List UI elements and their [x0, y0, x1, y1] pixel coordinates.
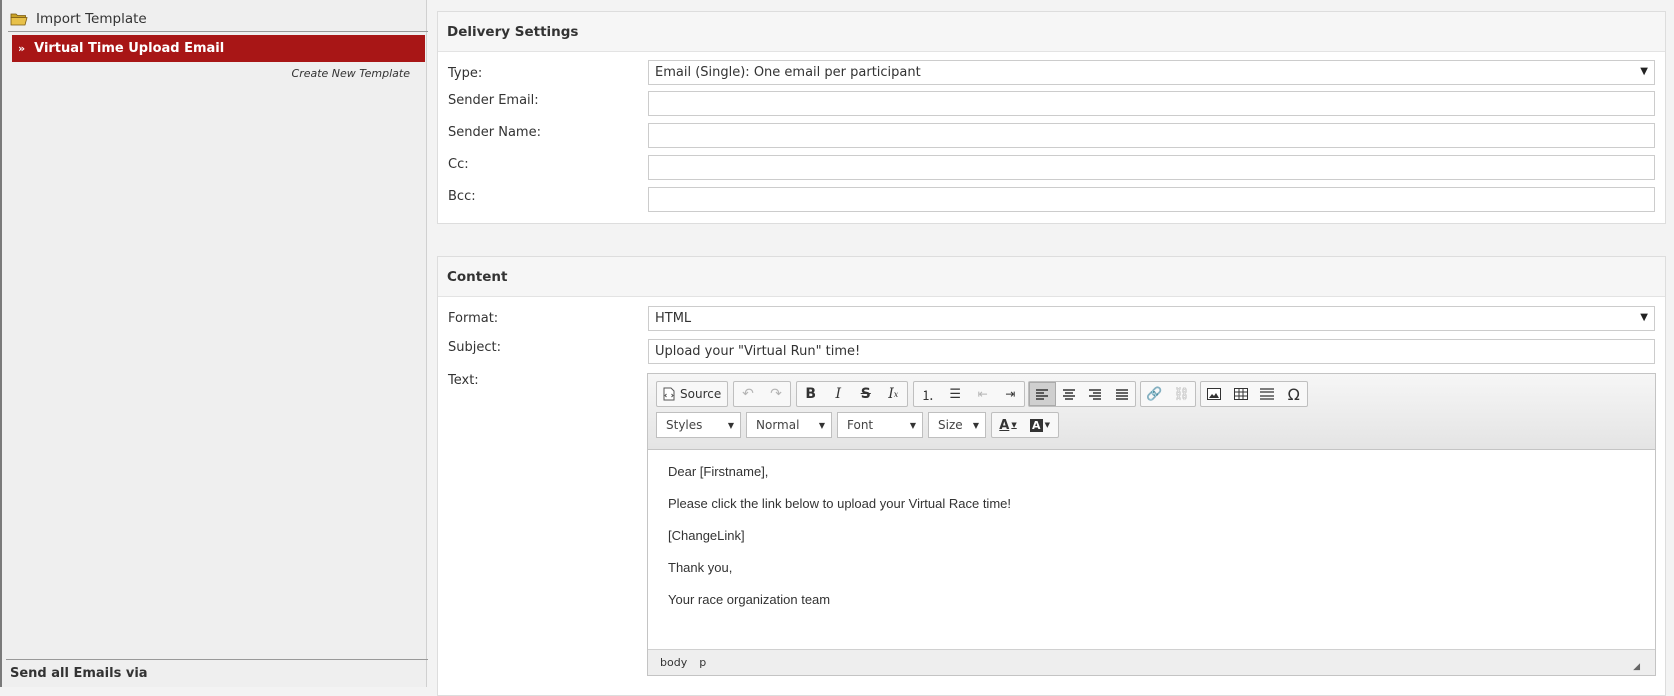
dropdown-caret-icon: ▼: [1640, 312, 1648, 323]
import-template-row[interactable]: Import Template: [8, 6, 428, 32]
font-combo[interactable]: Font ▼: [837, 412, 923, 438]
color-group: A ▼ A ▼: [991, 412, 1059, 438]
source-document-icon: [663, 387, 675, 401]
sender-name-input[interactable]: [648, 123, 1655, 148]
decrease-indent-icon[interactable]: ⇤: [969, 382, 997, 406]
increase-indent-icon[interactable]: ⇥: [997, 382, 1025, 406]
italic-icon[interactable]: I: [825, 382, 853, 406]
path-item-p[interactable]: p: [699, 656, 706, 669]
special-character-icon[interactable]: Ω: [1281, 382, 1308, 406]
bcc-label: Bcc:: [448, 189, 476, 204]
folder-open-icon: [10, 13, 28, 25]
source-label: Source: [680, 387, 722, 401]
size-combo-label: Size: [938, 418, 963, 432]
format-label: Format:: [448, 311, 499, 326]
format-combo[interactable]: Normal ▼: [746, 412, 832, 438]
resize-handle-icon[interactable]: ◢: [1633, 662, 1640, 672]
insert-group: Ω: [1200, 381, 1308, 407]
sidebar: Import Template » Virtual Time Upload Em…: [0, 0, 428, 687]
link-icon[interactable]: 🔗: [1141, 382, 1168, 406]
delivery-settings-title: Delivery Settings: [438, 12, 1665, 52]
table-icon[interactable]: [1228, 382, 1255, 406]
subject-label: Subject:: [448, 340, 501, 355]
create-new-template-link[interactable]: Create New Template: [292, 67, 410, 80]
styles-combo-label: Styles: [666, 418, 703, 432]
chevron-double-right-icon: »: [18, 42, 26, 55]
text-label: Text:: [448, 373, 479, 388]
sender-name-label: Sender Name:: [448, 125, 541, 140]
align-justify-icon[interactable]: [1109, 382, 1135, 406]
link-group: 🔗 ⛓: [1140, 381, 1196, 407]
styles-combo[interactable]: Styles ▼: [656, 412, 741, 438]
chevron-down-icon: ▼: [727, 420, 734, 430]
sender-email-label: Sender Email:: [448, 93, 539, 108]
editor-paragraph: [ChangeLink]: [668, 528, 745, 543]
chevron-down-icon: ▼: [818, 420, 825, 430]
editor-content-area[interactable]: Dear [Firstname], Please click the link …: [648, 450, 1655, 638]
editor-toolbar: Source ↶ ↷ B I S Ix ⒈ ☰ ⇤ ⇥ 🔗 ⛓ Ω Styles…: [648, 374, 1655, 450]
template-item-label: Virtual Time Upload Email: [34, 41, 225, 56]
import-template-label: Import Template: [36, 10, 147, 27]
background-color-icon[interactable]: A ▼: [1024, 413, 1056, 437]
list-indent-group: ⒈ ☰ ⇤ ⇥: [913, 381, 1025, 407]
editor-element-path: body p ◢: [648, 649, 1655, 675]
undo-redo-group: ↶ ↷: [733, 381, 791, 407]
format-select-value: HTML: [655, 311, 692, 326]
delivery-settings-panel: Delivery Settings Type: Email (Single): …: [437, 11, 1666, 224]
cc-label: Cc:: [448, 157, 469, 172]
font-combo-label: Font: [847, 418, 874, 432]
text-color-icon[interactable]: A ▼: [992, 413, 1024, 437]
editor-paragraph: Your race organization team: [668, 592, 831, 607]
chevron-down-icon: ▼: [972, 420, 979, 430]
rich-text-editor: Source ↶ ↷ B I S Ix ⒈ ☰ ⇤ ⇥ 🔗 ⛓ Ω Styles…: [647, 373, 1656, 676]
subject-input[interactable]: Upload your "Virtual Run" time!: [648, 339, 1655, 364]
type-select-value: Email (Single): One email per participan…: [655, 65, 921, 80]
send-all-emails-via-header: Send all Emails via: [6, 659, 428, 687]
numbered-list-icon[interactable]: ⒈: [914, 382, 942, 406]
unlink-icon[interactable]: ⛓: [1168, 382, 1195, 406]
bcc-input[interactable]: [648, 187, 1655, 212]
dropdown-caret-icon: ▼: [1640, 66, 1648, 77]
image-icon[interactable]: [1201, 382, 1228, 406]
remove-format-icon[interactable]: Ix: [880, 382, 908, 406]
align-left-icon[interactable]: [1029, 382, 1056, 406]
align-center-icon[interactable]: [1056, 382, 1082, 406]
bulleted-list-icon[interactable]: ☰: [942, 382, 970, 406]
type-select[interactable]: Email (Single): One email per participan…: [648, 60, 1655, 85]
editor-paragraph: Thank you,: [668, 560, 733, 575]
sender-email-input[interactable]: [648, 91, 1655, 116]
redo-icon[interactable]: ↷: [762, 382, 790, 406]
format-select[interactable]: HTML ▼: [648, 306, 1655, 331]
template-item-virtual-time-upload[interactable]: » Virtual Time Upload Email: [12, 35, 425, 62]
type-label: Type:: [448, 66, 483, 81]
editor-paragraph: Please click the link below to upload yo…: [668, 496, 1011, 511]
size-combo[interactable]: Size ▼: [928, 412, 986, 438]
editor-paragraph: Dear [Firstname],: [668, 464, 769, 479]
chevron-down-icon: ▼: [909, 420, 916, 430]
path-item-body[interactable]: body: [660, 656, 687, 669]
align-group: [1028, 381, 1136, 407]
content-title: Content: [438, 257, 1665, 297]
bold-icon[interactable]: B: [797, 382, 825, 406]
strikethrough-icon[interactable]: S: [852, 382, 880, 406]
cc-input[interactable]: [648, 155, 1655, 180]
format-combo-label: Normal: [756, 418, 800, 432]
basic-style-group: B I S Ix: [796, 381, 908, 407]
source-button[interactable]: Source: [656, 381, 728, 407]
undo-icon[interactable]: ↶: [734, 382, 762, 406]
align-right-icon[interactable]: [1082, 382, 1108, 406]
horizontal-rule-icon[interactable]: [1254, 382, 1281, 406]
